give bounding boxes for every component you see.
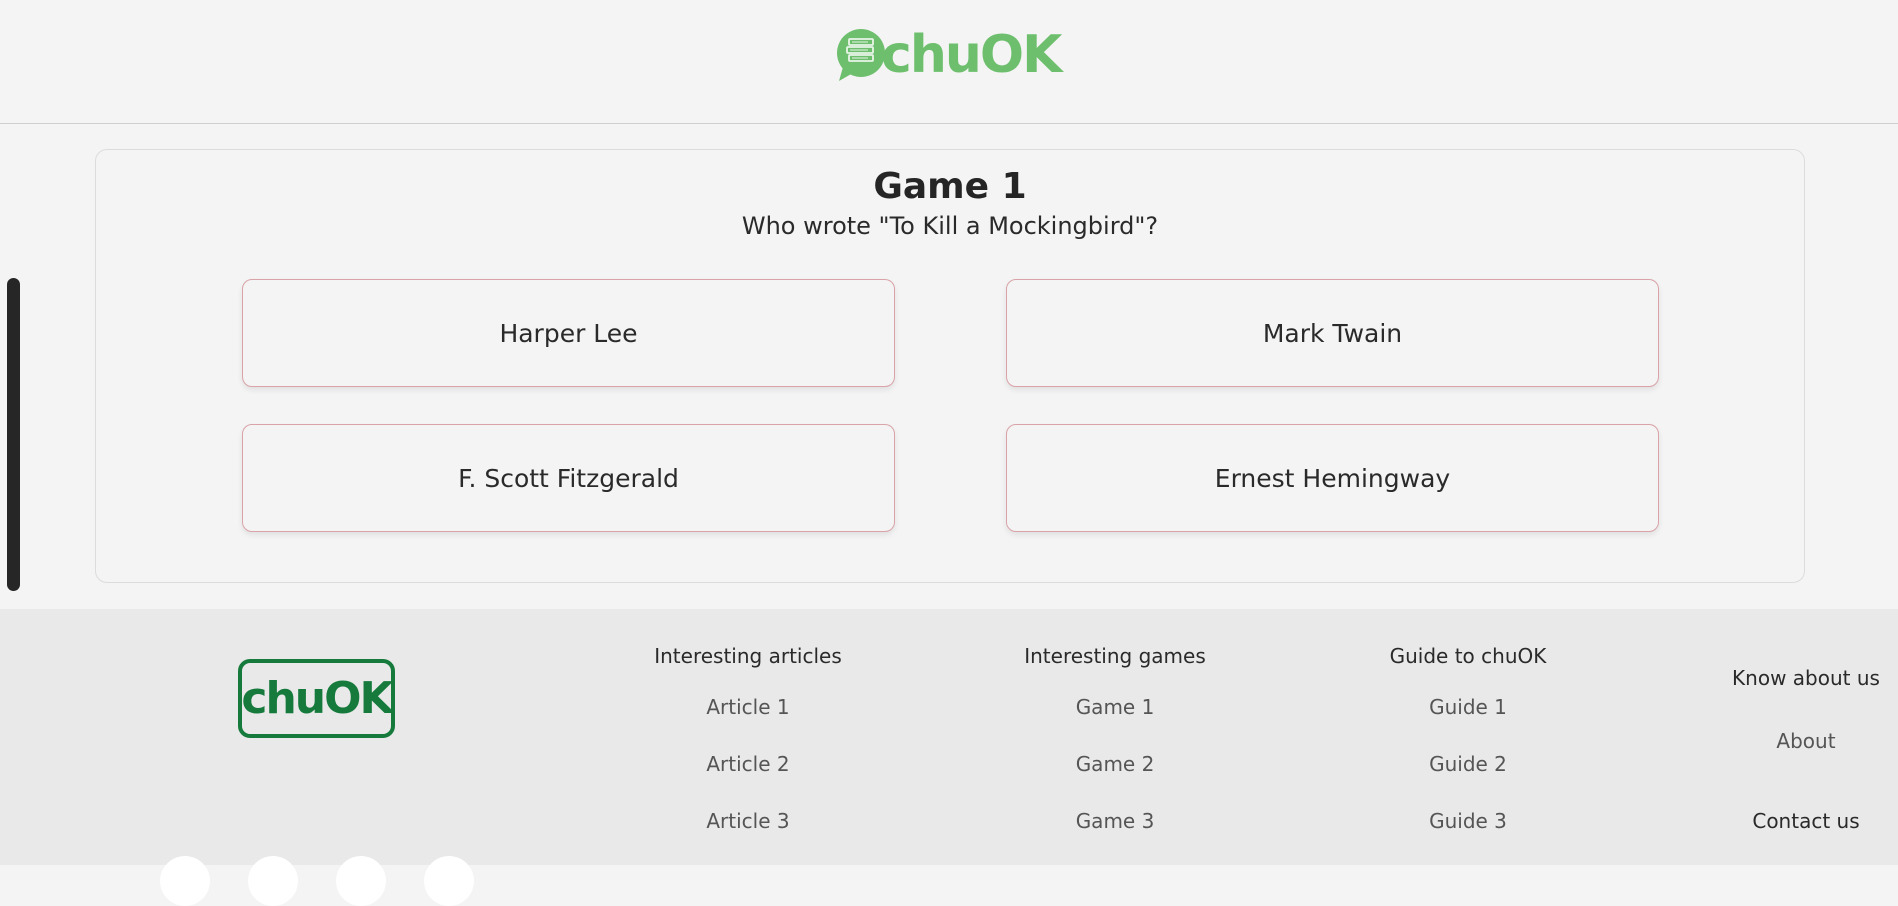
answer-option-2[interactable]: Mark Twain [1006,279,1659,387]
game-question: Who wrote "To Kill a Mockingbird"? [741,212,1159,240]
footer-column-about: Know about us About Contact us [1725,661,1887,861]
answer-option-4[interactable]: Ernest Hemingway [1006,424,1659,532]
footer-link-guide-2[interactable]: Guide 2 [1338,736,1598,793]
footer-column-heading: Interesting articles [654,644,842,668]
site-header: chuOK [0,0,1898,124]
scrollbar-thumb[interactable] [7,278,20,591]
footer-link-article-2[interactable]: Article 2 [618,736,878,793]
footer-link-game-2[interactable]: Game 2 [985,736,1245,793]
footer-link-game-3[interactable]: Game 3 [985,793,1245,850]
game-card: Game 1 Who wrote "To Kill a Mockingbird"… [95,149,1805,583]
footer-link-article-3[interactable]: Article 3 [618,793,878,850]
answer-option-1[interactable]: Harper Lee [242,279,895,387]
logo-text: chuOK [881,25,1062,85]
footer-column-articles: Interesting articles Article 1 Article 2… [618,639,878,850]
footer-link-contact[interactable]: Contact us [1725,781,1887,861]
footer-column-heading: Guide to chuOK [1389,644,1547,668]
game-title: Game 1 [873,166,1027,207]
footer-column-games: Interesting games Game 1 Game 2 Game 3 [985,639,1245,850]
footer-link-game-1[interactable]: Game 1 [985,679,1245,736]
footer-column-heading: Interesting games [1024,644,1206,668]
social-icon[interactable] [248,856,298,906]
footer-column-heading: Know about us [1732,666,1880,690]
social-icon[interactable] [336,856,386,906]
site-logo[interactable]: chuOK [835,25,1062,85]
social-icon[interactable] [160,856,210,906]
social-icon[interactable] [424,856,474,906]
chat-books-icon [837,29,885,81]
footer-link-article-1[interactable]: Article 1 [618,679,878,736]
footer-column-guides: Guide to chuOK Guide 1 Guide 2 Guide 3 [1338,639,1598,850]
social-links [160,856,474,906]
footer-link-guide-1[interactable]: Guide 1 [1338,679,1598,736]
answer-option-3[interactable]: F. Scott Fitzgerald [242,424,895,532]
footer-logo[interactable]: chuOK [238,659,395,738]
footer-link-guide-3[interactable]: Guide 3 [1338,793,1598,850]
site-footer: chuOK Interesting articles Article 1 Art… [0,609,1898,906]
footer-link-about[interactable]: About [1725,701,1887,781]
